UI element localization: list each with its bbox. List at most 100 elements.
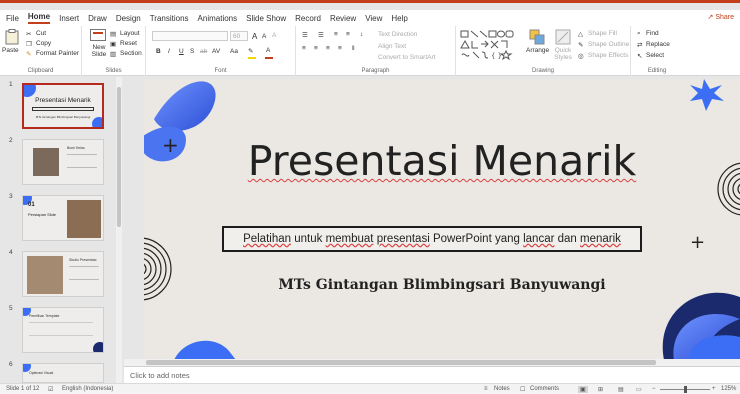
shadow-button[interactable]: ab [200, 48, 207, 55]
align-left-icon[interactable]: ≡ [302, 45, 306, 52]
increase-indent-icon[interactable]: ≡ [346, 31, 350, 38]
arrange-button[interactable]: Arrange [526, 29, 549, 63]
notes-pane[interactable]: Click to add notes [124, 366, 740, 383]
tab-review[interactable]: Review [330, 14, 356, 23]
font-color-icon[interactable]: A [266, 47, 270, 54]
cut-label: Cut [36, 30, 47, 37]
canvas-horizontal-scrollbar[interactable] [124, 359, 740, 366]
thumbnail-navy-shape [93, 342, 103, 352]
thumbnails-scrollbar[interactable] [116, 77, 122, 383]
slide-1[interactable]: + + Presentasi Menarik Pelatihan untuk m… [144, 79, 740, 360]
reading-view-icon[interactable]: ▤ [618, 386, 624, 393]
font-size-select[interactable]: 60 [230, 31, 248, 41]
tab-view[interactable]: View [365, 14, 382, 23]
normal-view-icon[interactable]: ▣ [578, 386, 588, 393]
tab-slide-show[interactable]: Slide Show [246, 14, 286, 23]
replace-icon: ⇄ [637, 42, 643, 49]
slide-thumbnail-4[interactable]: Studio Presentasi [22, 251, 104, 297]
thumbnail-box [32, 107, 94, 111]
quick-styles-label: Quick Styles [554, 47, 572, 61]
arrange-icon [529, 29, 545, 45]
tab-design[interactable]: Design [116, 14, 141, 23]
slide-thumbnail-5[interactable]: Pemilihan Template [22, 307, 104, 353]
shapes-gallery-icon[interactable]: { } [460, 30, 520, 60]
select-label: Select [646, 52, 665, 59]
shape-effects-label: Shape Effects [588, 52, 629, 59]
share-button[interactable]: ↗ Share [703, 11, 738, 23]
tab-animations[interactable]: Animations [198, 14, 238, 23]
notes-toggle[interactable]: Notes [494, 386, 510, 392]
highlight-icon[interactable]: ✎ [248, 47, 253, 55]
quick-styles-button[interactable]: Quick Styles [552, 29, 574, 63]
underline-button[interactable]: U [179, 48, 184, 55]
decrease-indent-icon[interactable]: ≡ [334, 31, 338, 38]
tab-insert[interactable]: Insert [59, 14, 79, 23]
find-label: Find [646, 30, 659, 37]
strikethrough-button[interactable]: S [190, 48, 194, 55]
grow-font-button[interactable]: A [252, 32, 257, 41]
slide-thumbnail-3[interactable]: 01 Persiapan Slide [22, 195, 104, 241]
shrink-font-button[interactable]: A [262, 33, 266, 40]
align-text-button[interactable]: Align Text [378, 43, 406, 50]
thumbnail-number: 5 [9, 305, 13, 312]
tab-record[interactable]: Record [295, 14, 321, 23]
numbering-icon[interactable]: ☰ [318, 31, 324, 39]
language-indicator[interactable]: English (Indonesia) [62, 386, 113, 392]
zoom-out-icon[interactable]: − [652, 386, 656, 392]
scrollbar-thumb[interactable] [146, 360, 656, 365]
slide-thumbnail-2[interactable]: Bumi Kelas [22, 139, 104, 185]
slideshow-icon[interactable]: ▭ [636, 386, 642, 393]
section-icon: ▥ [110, 51, 117, 58]
font-name-select[interactable] [152, 31, 228, 41]
italic-button[interactable]: I [168, 48, 170, 55]
clear-formatting-button[interactable]: A [272, 32, 276, 39]
change-case-button[interactable]: Aa [230, 48, 238, 55]
character-spacing-button[interactable]: AV [212, 48, 220, 55]
new-slide-button[interactable]: New Slide [88, 29, 108, 63]
bold-button[interactable]: B [156, 48, 161, 55]
paste-button[interactable]: Paste [2, 29, 20, 59]
convert-smartart-button[interactable]: Convert to SmartArt [378, 54, 435, 61]
thumbnail-title: Studio Presentasi [69, 258, 97, 262]
drawing-group-label: Drawing [531, 68, 554, 74]
pen-icon: ✎ [578, 42, 584, 49]
justify-icon[interactable]: ≡ [338, 45, 342, 52]
slide-title-text: Presentasi Menarik [247, 137, 637, 185]
notes-toggle-icon[interactable]: ≡ [484, 386, 488, 392]
zoom-in-icon[interactable]: + [712, 386, 716, 392]
bullets-icon[interactable]: ☰ [302, 31, 308, 39]
layout-icon: ▤ [110, 31, 117, 38]
slide-counter: Slide 1 of 12 [6, 386, 40, 392]
thumbnail-subtitle: Persiapan Slide [28, 212, 57, 217]
text-direction-button[interactable]: Text Direction [378, 31, 417, 38]
slide-thumbnail-1[interactable]: Presentasi Menarik MTs Gintangan Blimbin… [22, 83, 104, 129]
menu-bar: File Home Insert Draw Design Transitions… [0, 10, 740, 26]
tagline-word: lancar [523, 233, 555, 245]
decorative-shapes [144, 79, 740, 360]
columns-icon[interactable]: ‖ [352, 45, 355, 52]
zoom-level[interactable]: 125% [721, 386, 736, 392]
slide-tagline-box[interactable]: Pelatihan untuk membuat presentasi Power… [222, 226, 642, 252]
tab-help[interactable]: Help [391, 14, 407, 23]
comments-toggle[interactable]: Comments [530, 386, 559, 392]
tab-file[interactable]: File [6, 14, 19, 23]
thumbnail-text-lines [67, 154, 97, 168]
comments-icon[interactable]: ☐ [520, 386, 525, 393]
tab-transitions[interactable]: Transitions [150, 14, 189, 23]
slide-sorter-icon[interactable]: ⊞ [598, 386, 603, 393]
tab-home[interactable]: Home [27, 12, 51, 24]
accessibility-icon[interactable]: ☑ [48, 386, 53, 393]
line-spacing-icon[interactable]: ↕ [360, 31, 363, 38]
align-right-icon[interactable]: ≡ [326, 45, 330, 52]
bottom-left-ribbon-shape [174, 340, 236, 360]
align-center-icon[interactable]: ≡ [314, 45, 318, 52]
tab-draw[interactable]: Draw [88, 14, 107, 23]
thumbnail-blue-shape [24, 85, 36, 97]
scrollbar-thumb[interactable] [117, 87, 121, 227]
zoom-slider-thumb[interactable] [684, 386, 687, 393]
brush-icon: ✎ [26, 51, 32, 58]
slide-subtitle[interactable]: MTs Gintangan Blimbingsari Banyuwangi [144, 277, 740, 293]
slide-title[interactable]: Presentasi Menarik [144, 137, 740, 185]
thumbnail-title: Pemilihan Template [29, 314, 60, 318]
slide-thumbnail-6[interactable]: Optimasi Visual [22, 363, 104, 383]
